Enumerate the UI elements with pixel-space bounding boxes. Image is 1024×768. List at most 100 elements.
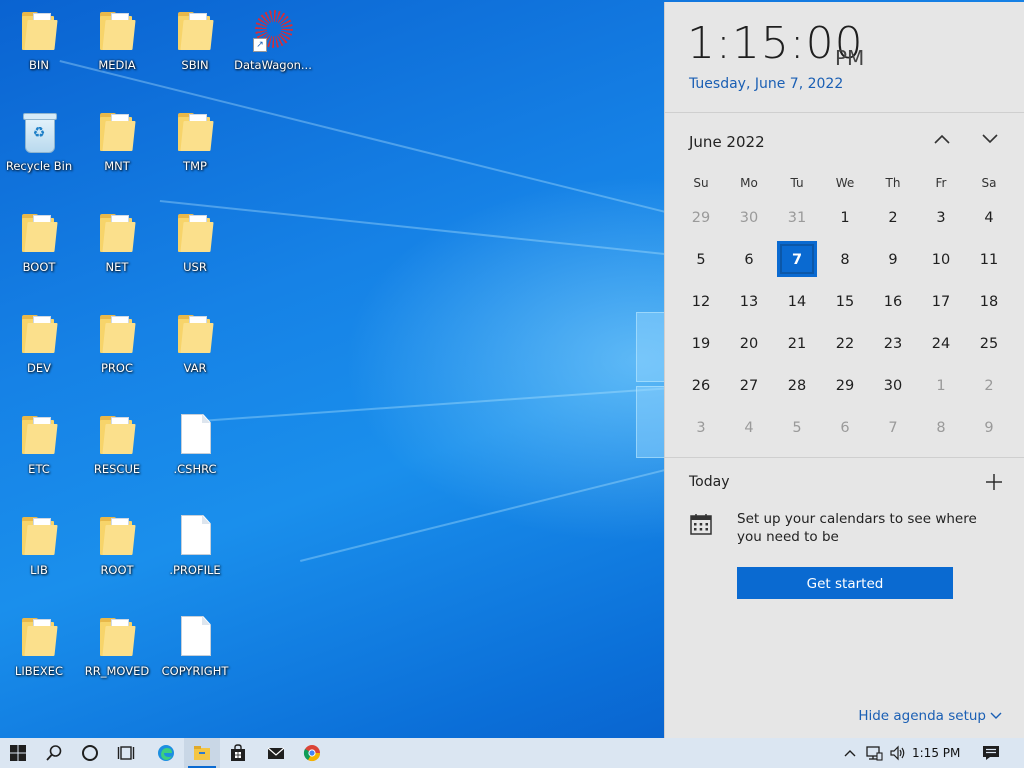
desktop-icon-var[interactable]: VAR	[156, 307, 234, 399]
desktop-icon-usr[interactable]: USR	[156, 206, 234, 298]
file-explorer-taskbar-button[interactable]	[184, 738, 220, 768]
calendar-day[interactable]: 25	[965, 323, 1013, 365]
calendar-day[interactable]: 16	[869, 281, 917, 323]
mail-icon	[267, 747, 285, 759]
datawagon-app-icon: ↗	[253, 10, 293, 54]
calendar-day[interactable]: 28	[773, 365, 821, 407]
previous-month-button[interactable]	[927, 127, 957, 153]
desktop-icon-profile[interactable]: .PROFILE	[156, 509, 234, 601]
search-button[interactable]	[36, 738, 72, 768]
calendar-day[interactable]: 9	[869, 239, 917, 281]
desktop-icon-label: RESCUE	[93, 462, 141, 476]
clock-date-link[interactable]: Tuesday, June 7, 2022	[689, 76, 843, 92]
calendar-day[interactable]: 2	[869, 197, 917, 239]
calendar-day[interactable]: 12	[677, 281, 725, 323]
add-event-button[interactable]	[982, 470, 1006, 494]
calendar-day[interactable]: 3	[677, 407, 725, 449]
calendar-day-today[interactable]: 7	[773, 239, 821, 281]
weekday-header: Su Mo Tu We Th Fr Sa	[677, 169, 1013, 197]
calendar-day[interactable]: 10	[917, 239, 965, 281]
calendar-day[interactable]: 30	[869, 365, 917, 407]
calendar-day[interactable]: 30	[725, 197, 773, 239]
calendar-day[interactable]: 18	[965, 281, 1013, 323]
desktop-icon-media[interactable]: MEDIA	[78, 4, 156, 96]
desktop-icon-label: ETC	[28, 462, 50, 476]
calendar-day[interactable]: 22	[821, 323, 869, 365]
desktop-icon-dev[interactable]: DEV	[0, 307, 78, 399]
desktop-icon-etc[interactable]: ETC	[0, 408, 78, 500]
taskbar: 1:15 PM	[0, 738, 1024, 768]
calendar-day[interactable]: 21	[773, 323, 821, 365]
desktop-icon-copyright[interactable]: COPYRIGHT	[156, 610, 234, 702]
start-button[interactable]	[0, 738, 36, 768]
desktop-icon-rr-moved[interactable]: RR_MOVED	[78, 610, 156, 702]
calendar-day[interactable]: 29	[677, 197, 725, 239]
weekday-label: Th	[885, 176, 901, 190]
cortana-button[interactable]	[72, 738, 108, 768]
calendar-day[interactable]: 24	[917, 323, 965, 365]
desktop-icon-proc[interactable]: PROC	[78, 307, 156, 399]
calendar-day[interactable]: 31	[773, 197, 821, 239]
calendar-day[interactable]: 3	[917, 197, 965, 239]
desktop-icon-lib[interactable]: LIB	[0, 509, 78, 601]
chrome-taskbar-button[interactable]	[294, 738, 330, 768]
calendar-day[interactable]: 4	[965, 197, 1013, 239]
calendar-day[interactable]: 6	[821, 407, 869, 449]
calendar-day[interactable]: 29	[821, 365, 869, 407]
chevron-up-icon	[934, 134, 950, 144]
desktop-icon-datawagon[interactable]: ↗ DataWagon...	[234, 4, 312, 96]
show-hidden-icons-button[interactable]	[838, 738, 862, 768]
folder-icon	[97, 212, 137, 256]
desktop-icon-cshrc[interactable]: .CSHRC	[156, 408, 234, 500]
desktop-icon-libexec[interactable]: LIBEXEC	[0, 610, 78, 702]
store-taskbar-button[interactable]	[220, 738, 256, 768]
desktop-icon-sbin[interactable]: SBIN	[156, 4, 234, 96]
weekday-label: We	[835, 176, 855, 190]
calendar-day[interactable]: 4	[725, 407, 773, 449]
calendar-day[interactable]: 19	[677, 323, 725, 365]
desktop-icon-root[interactable]: ROOT	[78, 509, 156, 601]
calendar-day[interactable]: 15	[821, 281, 869, 323]
calendar-day[interactable]: 5	[677, 239, 725, 281]
calendar-day[interactable]: 1	[917, 365, 965, 407]
task-view-button[interactable]	[108, 738, 144, 768]
calendar-month-label[interactable]: June 2022	[689, 133, 765, 151]
volume-button[interactable]	[886, 738, 910, 768]
calendar-day[interactable]: 26	[677, 365, 725, 407]
calendar-day[interactable]: 14	[773, 281, 821, 323]
calendar-day[interactable]: 27	[725, 365, 773, 407]
calendar-day[interactable]: 17	[917, 281, 965, 323]
desktop-icon-label: .PROFILE	[169, 563, 221, 577]
action-center-icon	[983, 746, 999, 760]
network-button[interactable]	[862, 738, 886, 768]
edge-taskbar-button[interactable]	[148, 738, 184, 768]
next-month-button[interactable]	[975, 127, 1005, 153]
folder-icon	[19, 616, 59, 660]
calendar-day[interactable]: 8	[821, 239, 869, 281]
calendar-day[interactable]: 11	[965, 239, 1013, 281]
get-started-button[interactable]: Get started	[737, 567, 953, 599]
cortana-icon	[82, 745, 98, 761]
taskbar-clock[interactable]: 1:15 PM	[912, 738, 960, 768]
volume-icon	[890, 745, 905, 761]
desktop-icon-mnt[interactable]: MNT	[78, 105, 156, 197]
desktop-icon-recycle-bin[interactable]: ♻ Recycle Bin	[0, 105, 78, 197]
calendar-day[interactable]: 1	[821, 197, 869, 239]
desktop-icon-bin[interactable]: BIN	[0, 4, 78, 96]
calendar-day[interactable]: 5	[773, 407, 821, 449]
desktop-icon-rescue[interactable]: RESCUE	[78, 408, 156, 500]
desktop-icon-net[interactable]: NET	[78, 206, 156, 298]
calendar-day[interactable]: 20	[725, 323, 773, 365]
calendar-day[interactable]: 23	[869, 323, 917, 365]
desktop-icon-boot[interactable]: BOOT	[0, 206, 78, 298]
calendar-day[interactable]: 2	[965, 365, 1013, 407]
calendar-day[interactable]: 13	[725, 281, 773, 323]
hide-agenda-setup-link[interactable]: Hide agenda setup	[858, 708, 1002, 724]
calendar-day[interactable]: 9	[965, 407, 1013, 449]
calendar-day[interactable]: 6	[725, 239, 773, 281]
calendar-day[interactable]: 7	[869, 407, 917, 449]
mail-taskbar-button[interactable]	[258, 738, 294, 768]
desktop-icon-tmp[interactable]: TMP	[156, 105, 234, 197]
action-center-button[interactable]	[976, 738, 1006, 768]
calendar-day[interactable]: 8	[917, 407, 965, 449]
